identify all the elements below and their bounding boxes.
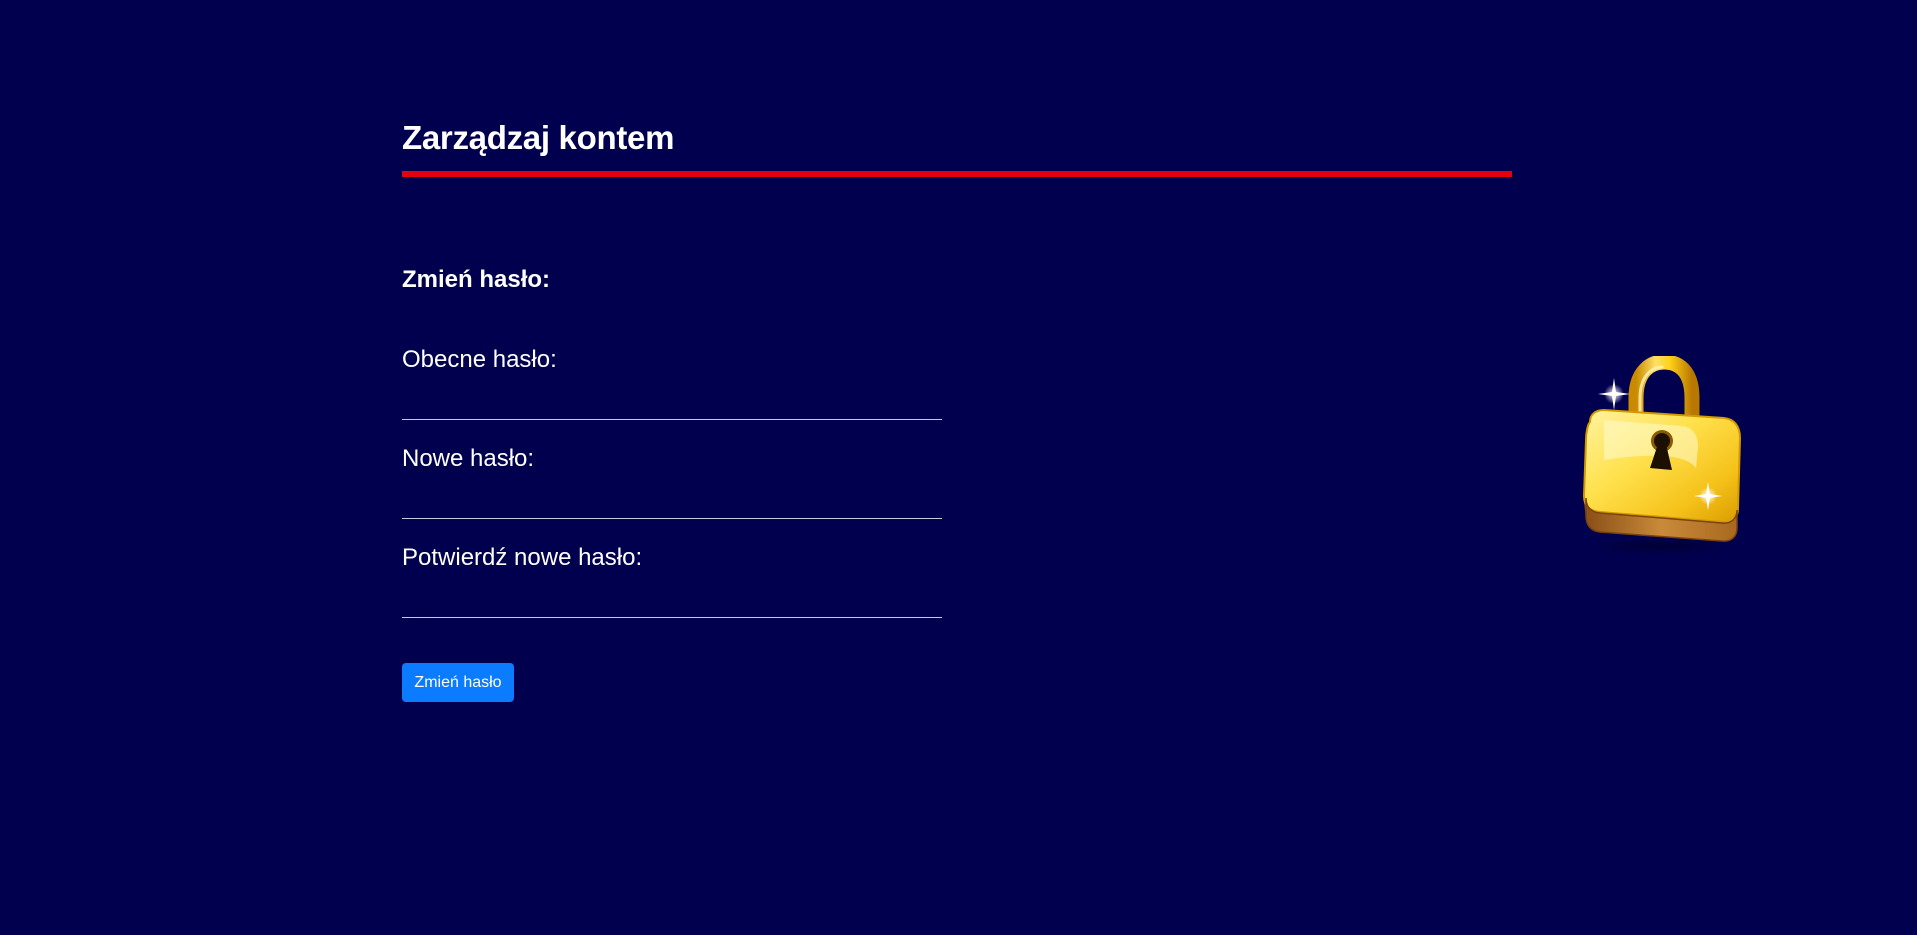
new-password-input[interactable] [402,483,942,519]
confirm-password-input[interactable] [402,582,942,618]
new-password-field: Nowe hasło: [402,443,942,519]
page-title: Zarządzaj kontem [402,119,675,156]
new-password-label: Nowe hasło: [402,445,535,472]
confirm-password-field: Potwierdź nowe hasło: [402,542,942,618]
section-title: Zmień hasło: [402,266,551,293]
current-password-label: Obecne hasło: [402,346,557,373]
current-password-field: Obecne hasło: [402,344,942,420]
current-password-input[interactable] [402,384,942,420]
title-divider [402,171,1512,177]
confirm-password-label: Potwierdź nowe hasło: [402,544,643,571]
change-password-button[interactable]: Zmień hasło [402,663,514,702]
manage-account-page: Zarządzaj kontem Zmień hasło: Obecne has… [402,0,1742,935]
padlock-icon [1574,354,1744,558]
